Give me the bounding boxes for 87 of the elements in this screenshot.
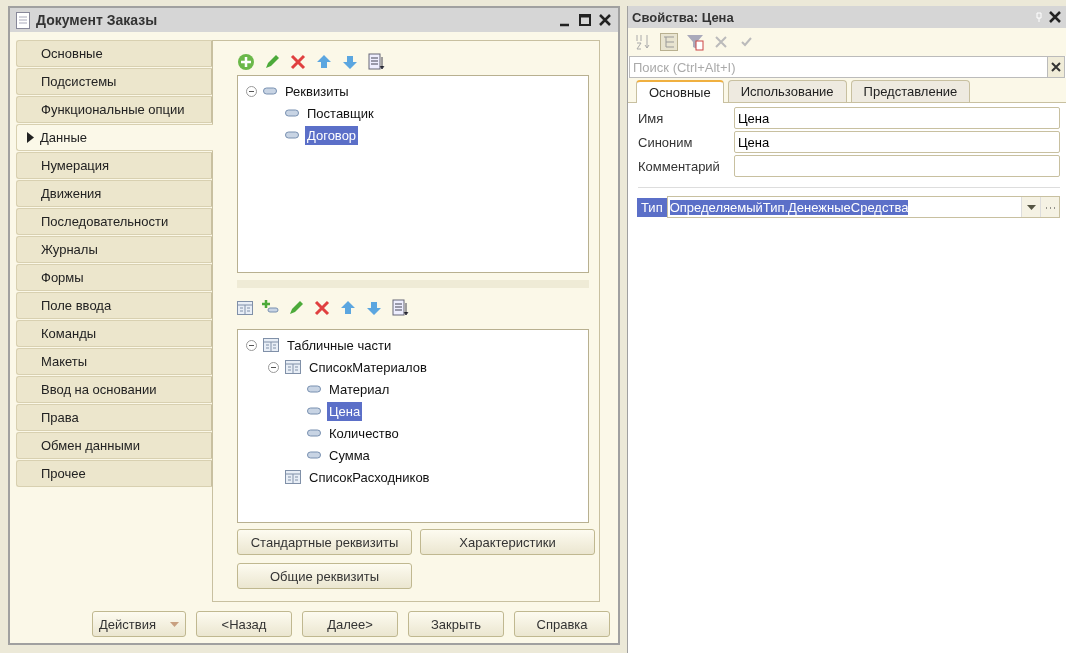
section-tab[interactable]: Нумерация <box>16 152 212 179</box>
document-icon <box>16 11 30 29</box>
maximize-icon[interactable] <box>578 13 592 27</box>
add-table-icon <box>237 301 253 315</box>
table-icon <box>263 338 279 352</box>
tree-item[interactable]: Цена <box>327 401 363 421</box>
attribute-icon <box>263 87 277 95</box>
tree-item[interactable]: Реквизиты <box>283 81 351 101</box>
section-tab[interactable]: Основные <box>16 40 212 67</box>
arrow-up-icon[interactable] <box>339 299 357 317</box>
attribute-icon <box>307 407 321 415</box>
section-tab[interactable]: Поле ввода <box>16 292 212 319</box>
collapse-icon[interactable] <box>246 85 257 97</box>
tree-item[interactable]: Договор <box>305 125 359 145</box>
table-icon <box>285 360 301 374</box>
panel-button[interactable]: Характеристики <box>420 529 595 555</box>
window-title: Документ Заказы <box>36 12 159 28</box>
close-icon <box>1051 62 1061 72</box>
arrow-down-icon[interactable] <box>365 299 383 317</box>
clear-search-button[interactable] <box>1047 56 1065 78</box>
list-sort-icon[interactable] <box>391 299 409 317</box>
section-tab[interactable]: Данные <box>16 124 213 151</box>
pencil-icon[interactable] <box>263 53 281 71</box>
tree-item[interactable]: Материал <box>327 379 392 399</box>
tree-item[interactable]: Табличные части <box>285 335 394 355</box>
add-icon[interactable] <box>237 53 255 71</box>
section-tab[interactable]: Права <box>16 404 212 431</box>
panel-button[interactable]: Стандартные реквизиты <box>237 529 412 555</box>
footer-button[interactable]: Справка <box>514 611 610 637</box>
tree-item[interactable]: Поставщик <box>305 103 376 123</box>
field-label: Тип <box>637 197 667 217</box>
section-tab[interactable]: Прочее <box>16 460 212 487</box>
collapse-icon[interactable] <box>268 361 279 373</box>
tree-item[interactable]: Количество <box>327 423 401 443</box>
dropdown-button[interactable] <box>1021 197 1040 217</box>
section-tab[interactable]: Ввод на основании <box>16 376 212 403</box>
footer-button[interactable]: <Назад <box>196 611 292 637</box>
panel-button[interactable]: Общие реквизиты <box>237 563 412 589</box>
footer-button[interactable]: Закрыть <box>408 611 504 637</box>
attribute-icon <box>307 385 321 393</box>
tree-item[interactable]: Сумма <box>327 445 372 465</box>
caret-icon <box>1026 204 1036 210</box>
table-icon <box>285 470 301 484</box>
tab[interactable]: Представление <box>850 80 971 102</box>
section-tab[interactable]: Макеты <box>16 348 212 375</box>
footer-button[interactable]: Далее> <box>302 611 398 637</box>
section-tab[interactable]: Формы <box>16 264 212 291</box>
section-tab[interactable]: Журналы <box>16 236 212 263</box>
arrow-up-icon[interactable] <box>315 53 333 71</box>
text-field[interactable]: Цена <box>734 131 1060 153</box>
field-label: Комментарий <box>638 158 721 174</box>
section-tab[interactable]: Команды <box>16 320 212 347</box>
section-tab[interactable]: Функциональные опции <box>16 96 212 123</box>
attribute-icon <box>285 109 299 117</box>
type-field[interactable]: ОпределяемыйТип.ДенежныеСредства <box>666 196 1060 218</box>
list-sort-icon[interactable] <box>367 53 385 71</box>
tree-item[interactable]: СписокМатериалов <box>307 357 429 377</box>
text-field[interactable]: Цена <box>734 107 1060 129</box>
sort-icon[interactable] <box>634 33 652 51</box>
tab[interactable]: Использование <box>727 80 847 102</box>
field-label: Имя <box>638 110 665 126</box>
section-tab[interactable]: Обмен данными <box>16 432 212 459</box>
field-label: Синоним <box>638 134 694 150</box>
filter-icon[interactable] <box>686 33 704 51</box>
close-icon[interactable] <box>1048 10 1062 24</box>
pointer-icon <box>27 132 34 143</box>
search-field[interactable]: Поиск (Ctrl+Alt+I) <box>629 56 1047 78</box>
text-field[interactable] <box>734 155 1060 177</box>
caret-icon <box>170 621 179 627</box>
delete-icon[interactable] <box>313 299 331 317</box>
attribute-icon <box>307 451 321 459</box>
panel-title: Свойства: Цена <box>632 9 735 25</box>
pencil-icon[interactable] <box>287 299 305 317</box>
arrow-down-icon[interactable] <box>341 53 359 71</box>
delete-icon[interactable] <box>289 53 307 71</box>
collapse-icon[interactable] <box>246 339 257 351</box>
actions-dropdown[interactable]: Действия <box>92 611 186 637</box>
hierarchy-icon[interactable] <box>660 33 678 51</box>
tree-item[interactable]: СписокРасходников <box>307 467 432 487</box>
type-value: ОпределяемыйТип.ДенежныеСредства <box>669 199 909 215</box>
tab[interactable]: Основные <box>636 80 724 103</box>
section-tab[interactable]: Движения <box>16 180 212 207</box>
attribute-icon <box>285 131 299 139</box>
attribute-icon <box>307 429 321 437</box>
close-icon[interactable] <box>598 13 612 27</box>
section-tab[interactable]: Последовательности <box>16 208 212 235</box>
section-tab[interactable]: Подсистемы <box>16 68 212 95</box>
